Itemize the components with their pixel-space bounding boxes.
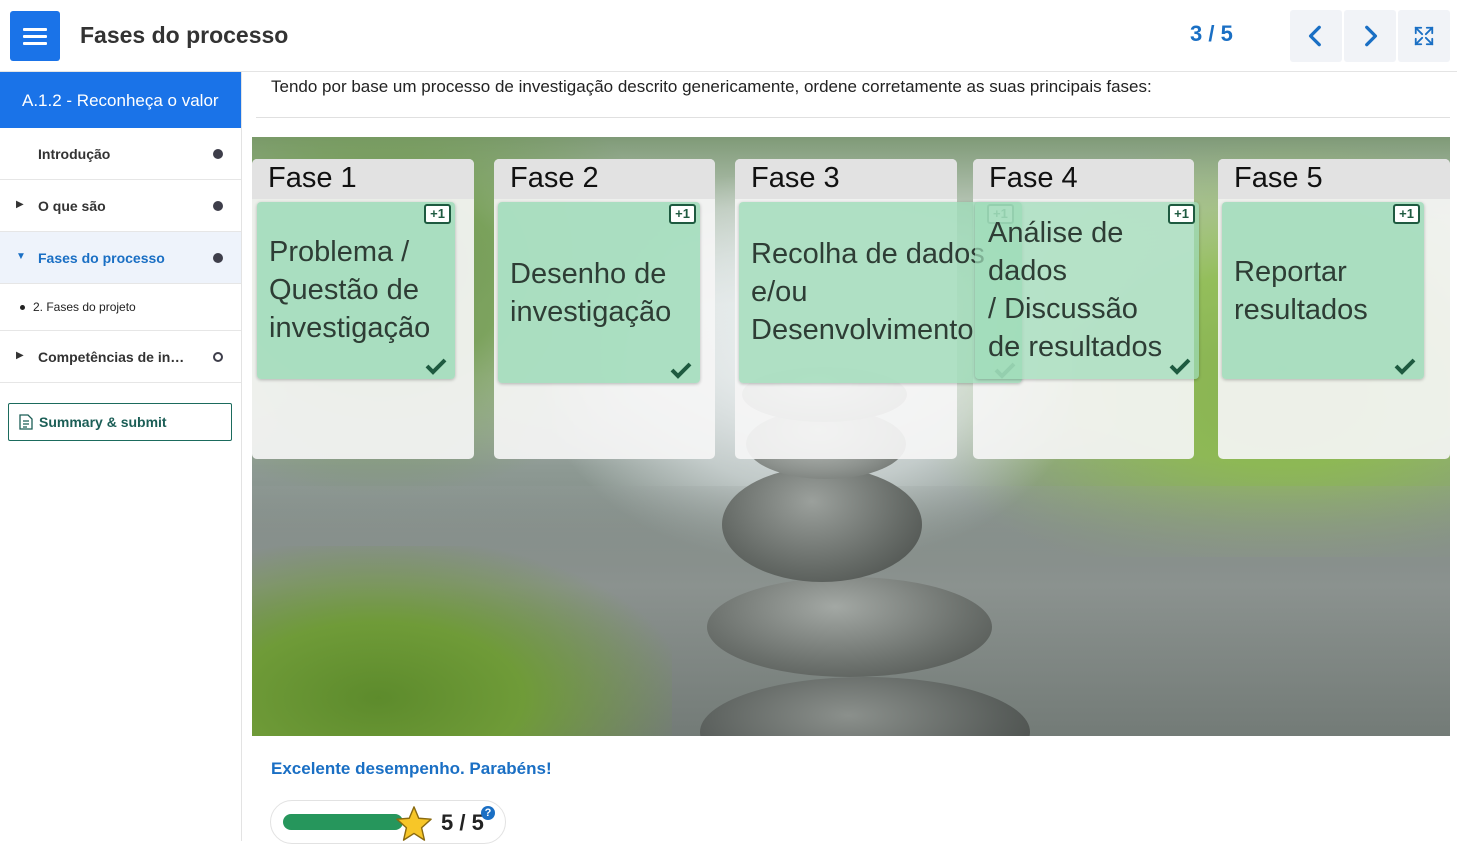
progress-dot-icon [213, 149, 223, 159]
course-title[interactable]: A.1.2 - Reconheça o valor [0, 72, 241, 128]
sidebar-item-label: Fases do processo [38, 249, 165, 266]
progress-dot-icon [213, 201, 223, 211]
page-title: Fases do processo [80, 22, 289, 48]
answer-card-4[interactable]: Análise de dados / Discussão de resultad… [975, 202, 1199, 379]
sidebar-subitem-label: 2. Fases do projeto [33, 300, 136, 314]
expand-icon [1414, 26, 1434, 46]
question-text: Tendo por base um processo de investigaç… [271, 77, 1152, 96]
divider [256, 117, 1450, 118]
points-badge: +1 [424, 204, 451, 224]
star-icon [396, 806, 432, 841]
phase-title: Fase 5 [1234, 162, 1323, 194]
points-badge: +1 [1393, 204, 1420, 224]
next-button[interactable] [1344, 10, 1396, 62]
summary-submit-label: Summary & submit [39, 414, 167, 430]
phase-title: Fase 2 [510, 162, 599, 194]
fullscreen-button[interactable] [1398, 10, 1450, 62]
score-progress-track [283, 814, 403, 830]
top-bar: Fases do processo 3 / 5 [0, 0, 1457, 72]
score-text: 5 / 5 [441, 810, 484, 835]
stone-image [722, 467, 922, 582]
page-counter: 3 / 5 [1190, 21, 1233, 46]
sidebar-item-label: Competências de investigação [38, 348, 190, 365]
sidebar-item-introducao[interactable]: Introdução [0, 128, 241, 180]
phase-title: Fase 3 [751, 162, 840, 194]
sidebar-item-fases-do-processo[interactable]: ▼ Fases do processo [0, 232, 241, 284]
score-progress-fill [283, 814, 403, 830]
points-badge: +1 [669, 204, 696, 224]
chevron-right-icon [1365, 25, 1378, 47]
score-bar: 5 / 5 ? [270, 800, 506, 844]
sidebar-item-o-que-sao[interactable]: ▶ O que são [0, 180, 241, 232]
progress-dot-icon [213, 253, 223, 263]
checkmark-icon [425, 358, 447, 375]
caret-right-icon: ▶ [16, 350, 24, 361]
feedback-text: Excelente desempenho. Parabéns! [271, 759, 552, 778]
answer-card-2[interactable]: Desenho de investigação +1 [498, 202, 700, 383]
sidebar-subitem-fases-do-projeto[interactable]: 2. Fases do projeto [0, 284, 241, 331]
help-icon[interactable]: ? [481, 806, 495, 820]
checkmark-icon [1169, 358, 1191, 375]
checkmark-icon [670, 362, 692, 379]
sidebar-item-label: Introdução [38, 145, 111, 162]
points-badge: +1 [1168, 204, 1195, 224]
answer-card-1[interactable]: Problema / Questão de investigação +1 [257, 202, 455, 379]
progress-dot-empty-icon [213, 352, 223, 362]
caret-right-icon: ▶ [16, 199, 24, 210]
hamburger-icon [23, 27, 47, 31]
chevron-left-icon [1308, 25, 1321, 47]
stone-image [707, 577, 992, 677]
document-icon [19, 414, 33, 430]
answer-card-5[interactable]: Reportar resultados +1 [1222, 202, 1424, 379]
bullet-icon [20, 304, 25, 310]
previous-button[interactable] [1290, 10, 1342, 62]
menu-button[interactable] [10, 11, 60, 61]
sidebar-item-label: O que são [38, 197, 106, 214]
caret-down-icon: ▼ [16, 251, 26, 262]
phase-title: Fase 1 [268, 162, 357, 194]
summary-submit-button[interactable]: Summary & submit [8, 403, 232, 441]
phase-title: Fase 4 [989, 162, 1078, 194]
sidebar-item-competencias[interactable]: ▶ Competências de investigação [0, 331, 241, 383]
checkmark-icon [1394, 358, 1416, 375]
sidebar: A.1.2 - Reconheça o valor Introdução ▶ O… [0, 72, 242, 841]
